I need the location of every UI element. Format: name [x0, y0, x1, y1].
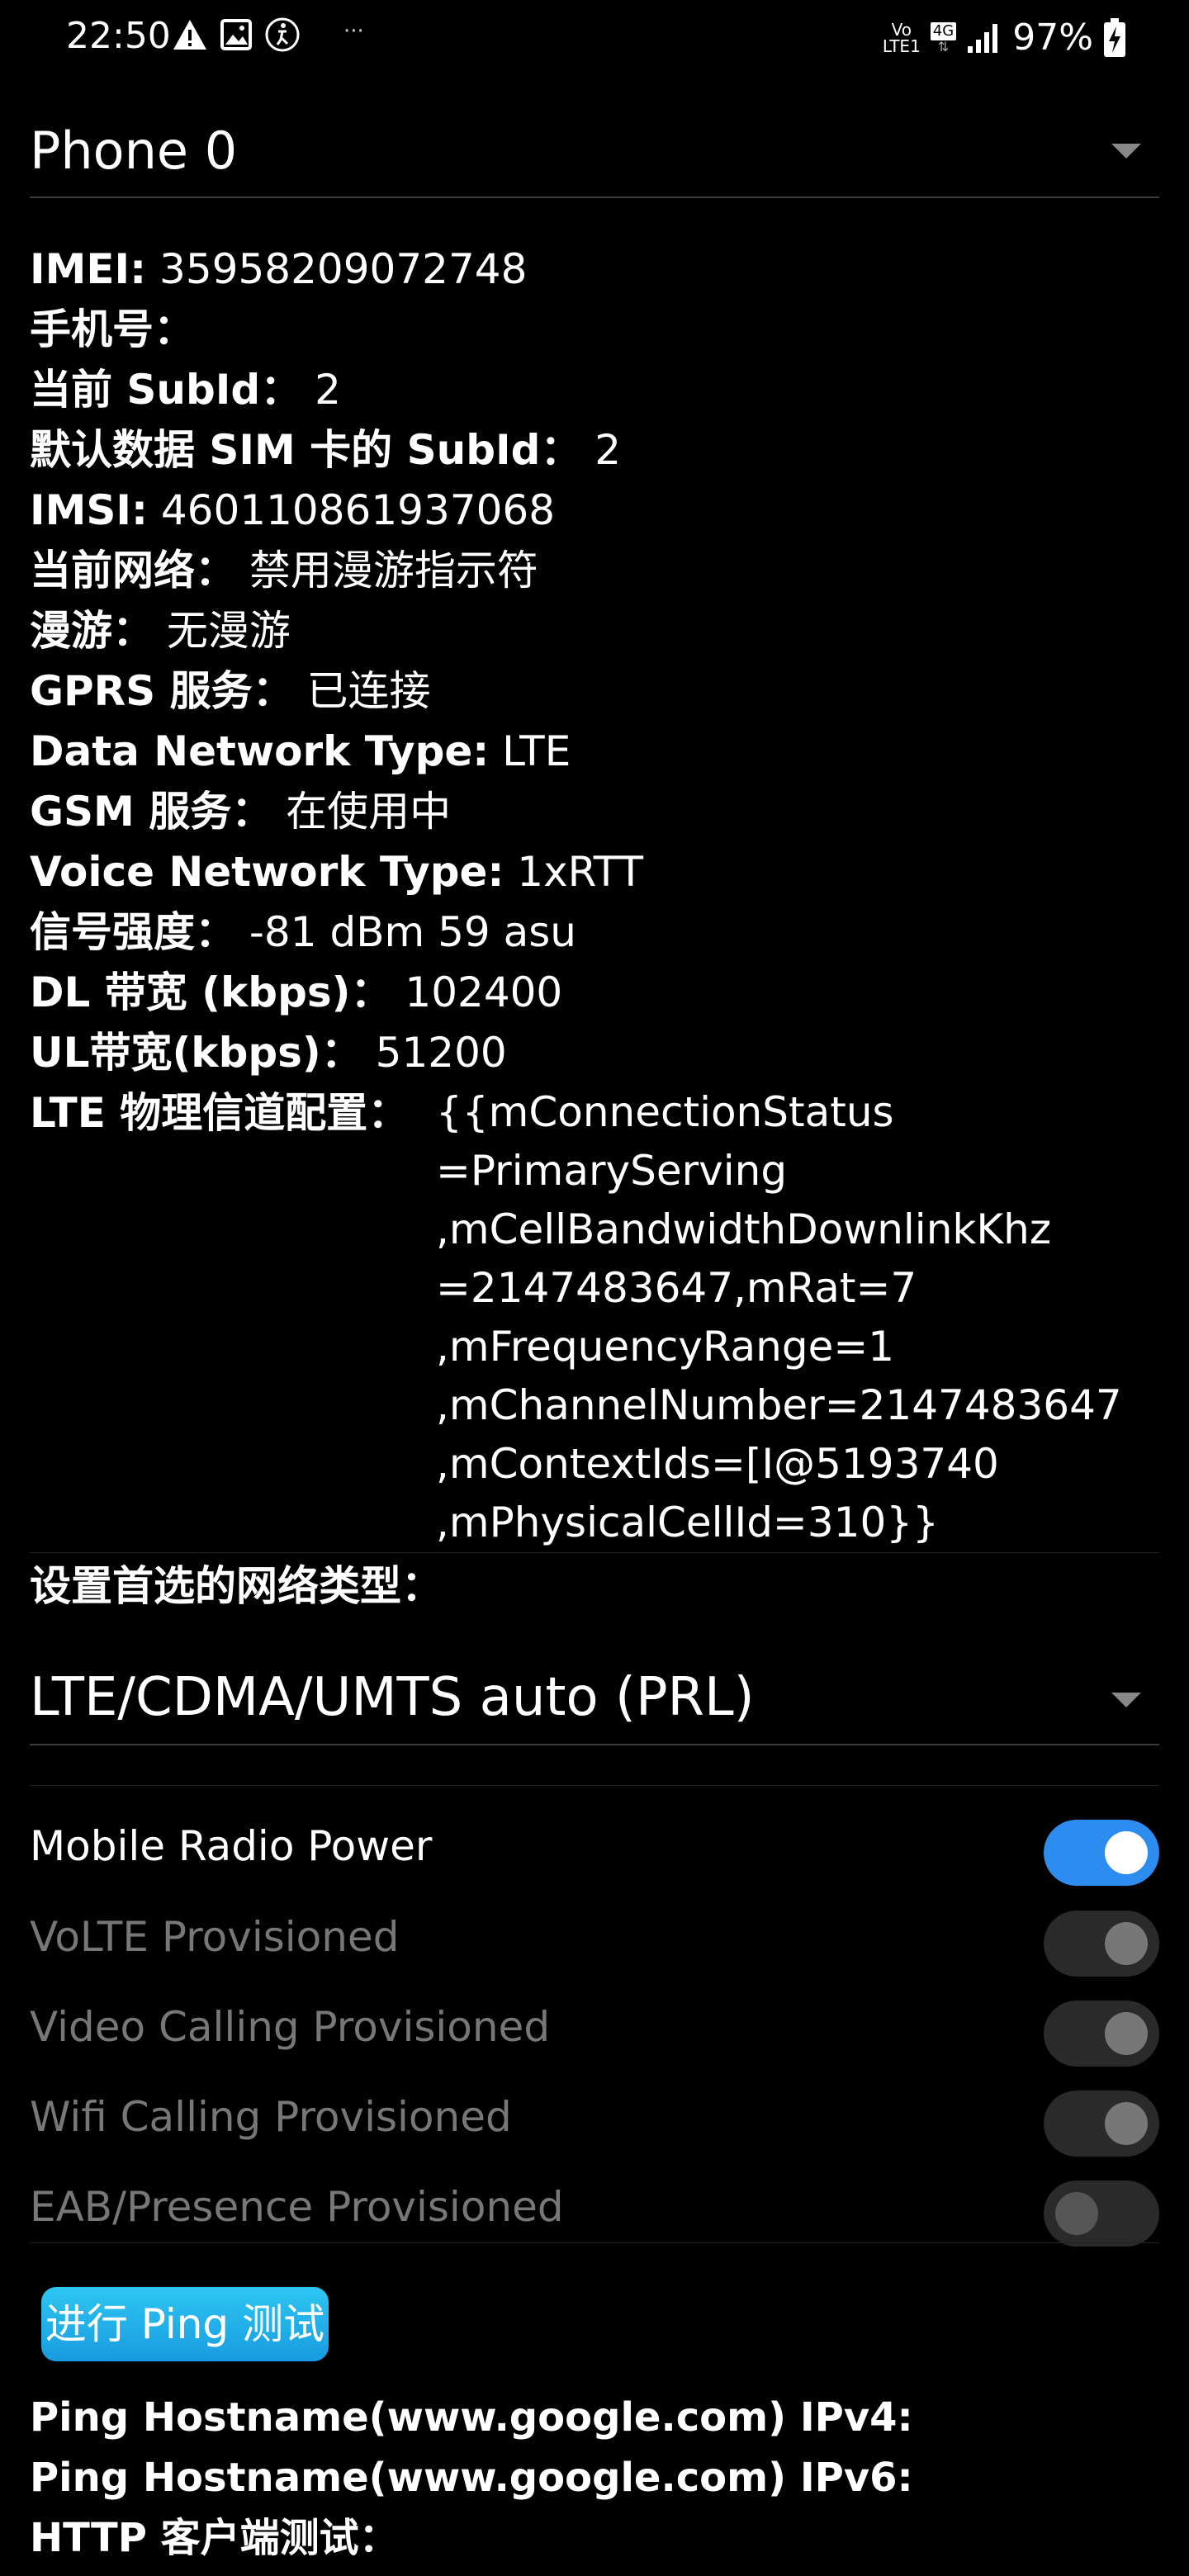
divider	[30, 197, 1159, 198]
lte-config-line: {{mConnectionStatus	[436, 1088, 894, 1136]
accessibility-icon	[265, 17, 300, 52]
toggle-row-video-calling-provisioned: Video Calling Provisioned	[30, 1986, 1159, 2068]
signal-icon	[968, 24, 998, 53]
lte-config-line: ,mChannelNumber=2147483647	[436, 1381, 1122, 1429]
ping-results: Ping Hostname(www.google.com) IPv4: Ping…	[30, 2388, 1159, 2569]
ping-test-button[interactable]: 进行 Ping 测试	[41, 2287, 329, 2361]
image-icon	[220, 19, 252, 50]
radio-info-list: IMEI: 35958209072748 手机号： 当前 SubId： 2 默认…	[30, 239, 1159, 1083]
info-row-gprs-service: GPRS 服务： 已连接	[30, 667, 431, 715]
wifi-calling-provisioned-switch	[1044, 2091, 1159, 2157]
mobile-radio-power-switch[interactable]	[1044, 1820, 1159, 1886]
switch-knob	[1105, 1922, 1148, 1965]
phone-select-value: Phone 0	[30, 121, 238, 181]
preferred-network-value: LTE/CDMA/UMTS auto (PRL)	[30, 1667, 755, 1728]
video-calling-provisioned-switch	[1044, 2001, 1159, 2067]
status-notification-icons	[172, 17, 301, 53]
divider	[30, 2242, 1159, 2243]
toggle-label: VoLTE Provisioned	[30, 1913, 400, 1961]
lte-config-line: ,mCellBandwidthDownlinkKhz	[436, 1205, 1052, 1253]
lte-config-value: {{mConnectionStatus =PrimaryServing ,mCe…	[436, 1083, 1122, 1552]
info-row-current-subid: 当前 SubId： 2	[30, 366, 341, 414]
http-client-test-row: HTTP 客户端测试：	[30, 2515, 399, 2561]
info-row-imsi: IMSI: 460110861937068	[30, 486, 556, 534]
warning-icon	[173, 20, 206, 50]
volte-icon: Vo LTE1	[882, 20, 921, 56]
info-row-signal-strength: 信号强度： -81 dBm 59 asu	[30, 908, 576, 956]
phone-select[interactable]: Phone 0	[30, 107, 1159, 197]
status-bar: 22:50 ··· Vo LTE1 4G ⇅ 97%	[0, 0, 1189, 74]
info-row-ul-bandwidth: UL带宽(kbps)： 51200	[30, 1029, 507, 1077]
toggle-row-volte-provisioned: VoLTE Provisioned	[30, 1896, 1159, 1978]
info-row-dl-bandwidth: DL 带宽 (kbps)： 102400	[30, 968, 563, 1016]
toggle-row-eab-presence-provisioned: EAB/Presence Provisioned	[30, 2166, 1159, 2248]
switch-knob	[1105, 2012, 1148, 2055]
toggle-label: Wifi Calling Provisioned	[30, 2093, 512, 2141]
ping-ipv4-row: Ping Hostname(www.google.com) IPv4:	[30, 2394, 913, 2441]
toggle-label: Video Calling Provisioned	[30, 2003, 551, 2051]
preferred-network-label: 设置首选的网络类型：	[30, 1562, 443, 1610]
eab-presence-provisioned-switch	[1044, 2181, 1159, 2247]
status-system-icons: Vo LTE1 4G ⇅ 97%	[883, 15, 1126, 61]
switch-knob	[1105, 1831, 1148, 1874]
switch-knob	[1105, 2102, 1148, 2145]
battery-percentage: 97%	[1012, 17, 1093, 59]
lte-config-label: LTE 物理信道配置：	[30, 1089, 410, 1137]
lte-config-line: ,mContextIds=[I@5193740	[436, 1440, 999, 1488]
toggle-label: EAB/Presence Provisioned	[30, 2183, 564, 2231]
lte-config-line: ,mFrequencyRange=1	[436, 1323, 895, 1371]
switch-knob	[1055, 2192, 1098, 2235]
divider	[30, 1785, 1159, 1786]
dropdown-arrow-icon	[1111, 1693, 1141, 1707]
network-type-icon: 4G ⇅	[930, 22, 957, 54]
lte-config-line: =PrimaryServing	[436, 1147, 788, 1195]
status-more-icon: ···	[343, 19, 364, 44]
info-row-data-network-type: Data Network Type: LTE	[30, 727, 571, 775]
info-row-roaming: 漫游： 无漫游	[30, 607, 291, 655]
divider	[30, 1552, 1159, 1553]
volte-provisioned-switch	[1044, 1911, 1159, 1977]
info-row-phone-number: 手机号：	[30, 305, 195, 353]
info-row-current-network: 当前网络： 禁用漫游指示符	[30, 547, 538, 594]
battery-charging-icon	[1104, 18, 1125, 57]
info-row-voice-network-type: Voice Network Type: 1xRTT	[30, 848, 643, 896]
lte-config-line: ,mPhysicalCellId=310}}	[436, 1499, 939, 1546]
info-row-gsm-service: GSM 服务： 在使用中	[30, 788, 452, 836]
ping-ipv6-row: Ping Hostname(www.google.com) IPv6:	[30, 2455, 913, 2501]
toggle-row-mobile-radio-power[interactable]: Mobile Radio Power	[30, 1805, 1159, 1887]
info-row-default-data-subid: 默认数据 SIM 卡的 SubId： 2	[30, 426, 622, 474]
toggle-label: Mobile Radio Power	[30, 1822, 433, 1870]
dropdown-arrow-icon	[1111, 144, 1141, 159]
toggle-row-wifi-calling-provisioned: Wifi Calling Provisioned	[30, 2076, 1159, 2158]
info-row-imei: IMEI: 35958209072748	[30, 245, 528, 293]
lte-config-line: =2147483647,mRat=7	[436, 1264, 917, 1312]
preferred-network-select[interactable]: LTE/CDMA/UMTS auto (PRL)	[30, 1651, 1159, 1742]
divider	[30, 1744, 1159, 1745]
status-time: 22:50	[66, 15, 171, 57]
screen: 22:50 ··· Vo LTE1 4G ⇅ 97% Phone 0 IMEI:…	[0, 0, 1189, 2576]
